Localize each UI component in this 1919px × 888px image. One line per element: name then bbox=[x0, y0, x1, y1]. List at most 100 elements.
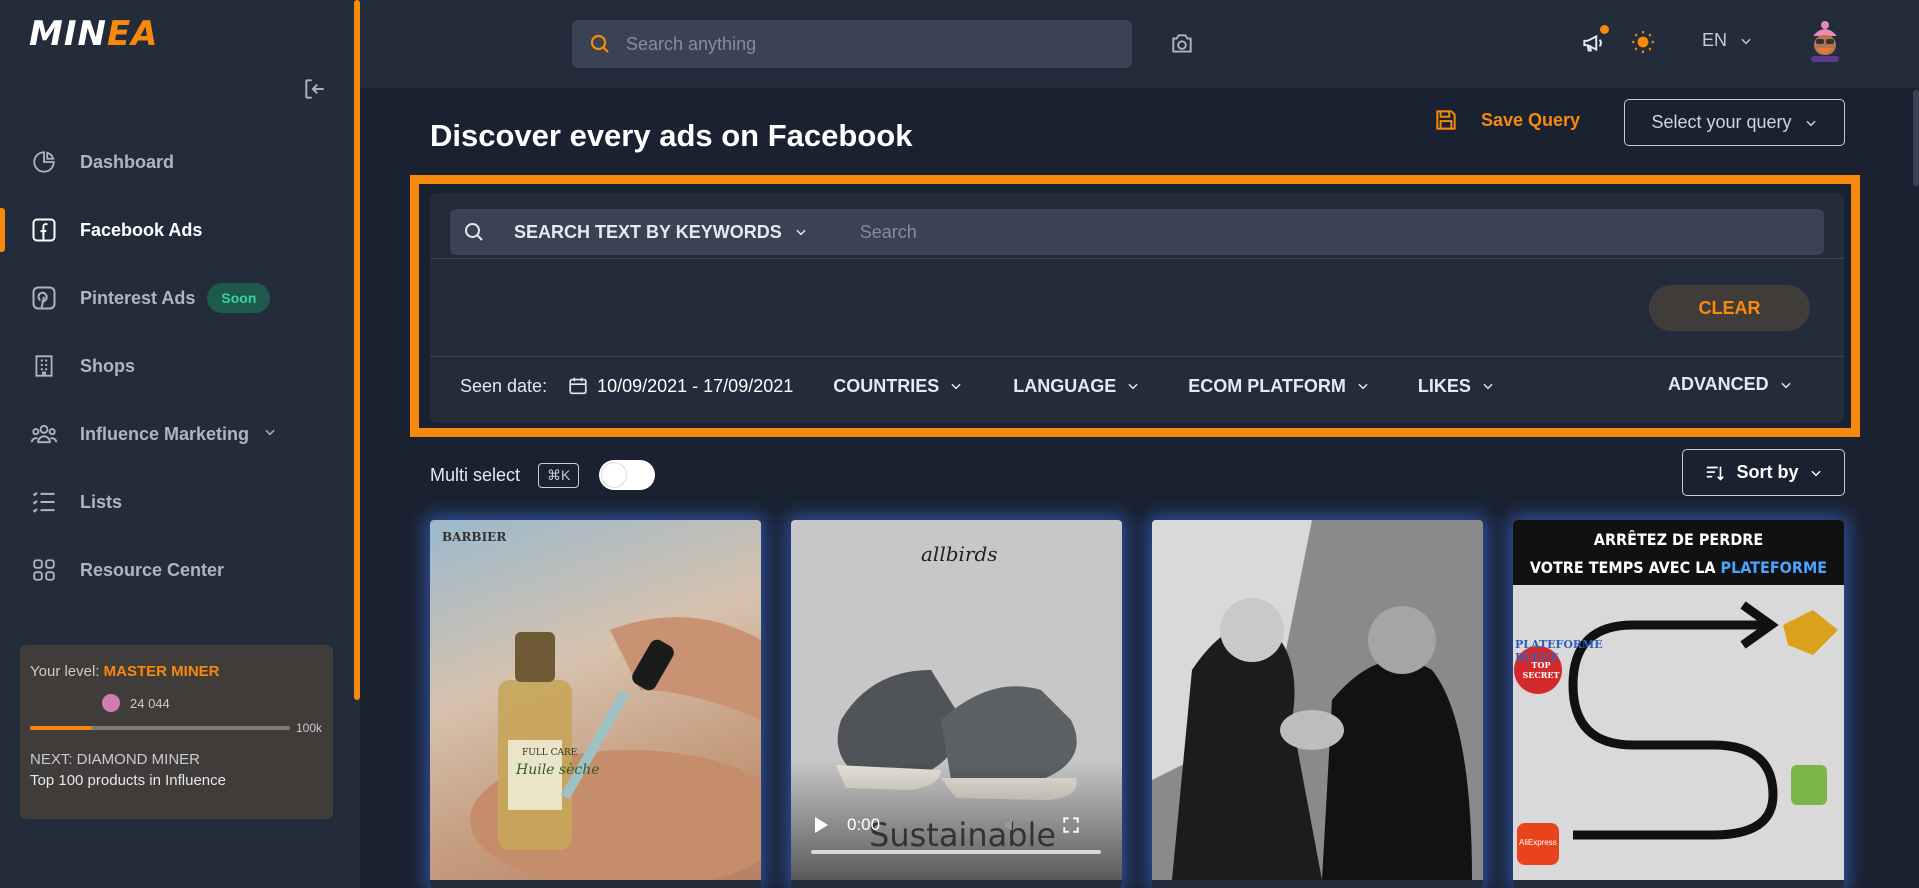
sidebar-item-label: Pinterest Ads bbox=[80, 287, 196, 308]
points-row: 24 044 bbox=[102, 694, 323, 712]
ad-card[interactable]: allbirds Sustainable 0:00 bbox=[791, 520, 1122, 888]
mute-icon[interactable] bbox=[1000, 815, 1022, 835]
sort-by-label: Sort by bbox=[1736, 462, 1799, 482]
progress-bar bbox=[30, 726, 290, 730]
avatar-icon bbox=[1811, 21, 1839, 62]
building-icon bbox=[30, 352, 58, 380]
filter-label: LANGUAGE bbox=[1013, 375, 1117, 396]
sidebar-item-label: Influence Marketing bbox=[80, 423, 250, 444]
serum-bottle-illustration bbox=[470, 617, 761, 888]
seen-date-label: Seen date: bbox=[460, 375, 548, 396]
language-filter[interactable]: LANGUAGE bbox=[1013, 376, 1140, 397]
topbar: Search anything EN bbox=[360, 0, 1919, 88]
calendar-icon bbox=[569, 377, 587, 395]
language-select[interactable]: EN bbox=[1702, 30, 1753, 51]
pie-chart-icon bbox=[30, 148, 58, 176]
countries-filter[interactable]: COUNTRIES bbox=[833, 376, 963, 397]
ad-brand: allbirds bbox=[921, 542, 998, 566]
logout-icon bbox=[305, 79, 324, 99]
search-icon bbox=[590, 34, 609, 53]
chevron-down-icon bbox=[1128, 383, 1138, 390]
logo-text-accent: EA bbox=[106, 14, 159, 54]
video-control-row: 0:00 bbox=[813, 815, 1122, 835]
sidebar-item-label: Shops bbox=[80, 355, 136, 376]
date-range-value: 10/09/2021 - 17/09/2021 bbox=[597, 375, 794, 396]
sidebar-item-pinterest-ads[interactable]: Pinterest Ads Soon bbox=[0, 264, 354, 332]
save-icon bbox=[1436, 110, 1456, 130]
sidebar-scrollbar[interactable] bbox=[354, 0, 360, 700]
camera-search-button[interactable] bbox=[1168, 31, 1196, 62]
multi-select-toggle[interactable] bbox=[599, 460, 656, 490]
advanced-filter[interactable]: ADVANCED bbox=[1668, 374, 1793, 395]
chevron-down-icon bbox=[1741, 38, 1751, 44]
clear-button[interactable]: CLEAR bbox=[1649, 285, 1810, 331]
page-title: Discover every ads on Facebook bbox=[430, 118, 913, 153]
notification-dot bbox=[1600, 25, 1609, 34]
sort-icon bbox=[1707, 466, 1725, 481]
ad-headline: ARRÊTEZ DE PERDRE VOTRE TEMPS AVEC LA PL… bbox=[1513, 520, 1844, 605]
ad-video[interactable]: allbirds Sustainable 0:00 bbox=[791, 520, 1122, 880]
select-query-dropdown[interactable]: Select your query bbox=[1624, 99, 1845, 146]
fullscreen-icon[interactable] bbox=[1062, 816, 1080, 834]
sidebar-item-label: Facebook Ads bbox=[80, 219, 203, 240]
sidebar-item-resource-center[interactable]: Resource Center bbox=[0, 536, 354, 604]
ad-card-footer bbox=[1513, 880, 1844, 888]
people-icon bbox=[30, 420, 58, 448]
toggle-knob bbox=[602, 463, 627, 487]
likes-filter[interactable]: LIKES bbox=[1418, 376, 1495, 397]
ad-card-footer bbox=[430, 880, 761, 888]
ad-image bbox=[1152, 520, 1483, 880]
save-query-button[interactable]: Save Query bbox=[1433, 107, 1580, 133]
list-icon bbox=[30, 488, 58, 516]
sidebar-item-facebook-ads[interactable]: Facebook Ads bbox=[0, 196, 354, 264]
ad-logo-text: AliExpress bbox=[1519, 838, 1557, 847]
facebook-icon bbox=[30, 216, 58, 244]
chevron-down-icon bbox=[1805, 120, 1816, 126]
video-progress-bar[interactable] bbox=[811, 850, 1101, 854]
chevron-down-icon bbox=[796, 229, 806, 236]
level-line: Your level: MASTER MINER bbox=[30, 663, 323, 680]
filter-label: ECOM PLATFORM bbox=[1188, 375, 1346, 396]
play-icon[interactable] bbox=[813, 816, 829, 834]
theme-toggle-button[interactable] bbox=[1630, 29, 1656, 60]
divider bbox=[430, 258, 1844, 259]
ad-product-sub: FULL CARE bbox=[522, 748, 578, 758]
global-search-input[interactable]: Search anything bbox=[572, 20, 1132, 68]
level-value: MASTER MINER bbox=[103, 663, 220, 680]
sidebar-item-shops[interactable]: Shops bbox=[0, 332, 354, 400]
keyword-search-bar[interactable]: SEARCH TEXT BY KEYWORDS Search bbox=[450, 209, 1824, 255]
user-avatar[interactable] bbox=[1807, 20, 1843, 62]
sidebar-item-label: Lists bbox=[80, 491, 123, 512]
chevron-down-icon bbox=[951, 383, 961, 390]
ad-stamp: TOP SECRET bbox=[1522, 660, 1560, 680]
advanced-label: ADVANCED bbox=[1668, 374, 1769, 394]
logo-text-main: MIN bbox=[29, 14, 107, 54]
chevron-down-icon bbox=[1781, 382, 1791, 388]
sidebar-item-dashboard[interactable]: Dashboard bbox=[0, 128, 354, 196]
ecom-platform-filter[interactable]: ECOM PLATFORM bbox=[1188, 376, 1370, 397]
level-card[interactable]: Your level: MASTER MINER 24 044 100k NEX… bbox=[20, 645, 333, 819]
save-query-label: Save Query bbox=[1481, 109, 1581, 130]
search-type-dropdown[interactable]: SEARCH TEXT BY KEYWORDS bbox=[514, 222, 808, 243]
filter-label: COUNTRIES bbox=[833, 375, 940, 396]
app-logo[interactable]: MINEA bbox=[29, 14, 159, 54]
ad-card[interactable]: BARBIER FULL CARE Huile sèche bbox=[430, 520, 761, 888]
video-time: 0:00 bbox=[847, 815, 881, 834]
ad-image: BARBIER FULL CARE Huile sèche bbox=[430, 520, 761, 888]
divider bbox=[430, 356, 1844, 357]
collapse-sidebar-button[interactable] bbox=[302, 76, 328, 102]
sidebar-item-influence-marketing[interactable]: Influence Marketing bbox=[0, 400, 354, 468]
announcements-button[interactable] bbox=[1580, 30, 1606, 61]
ad-card-footer bbox=[1152, 880, 1483, 888]
sort-by-button[interactable]: Sort by bbox=[1682, 449, 1845, 496]
multi-select-label: Multi select bbox=[430, 464, 521, 485]
select-query-label: Select your query bbox=[1651, 112, 1792, 132]
search-icon bbox=[465, 223, 483, 241]
page-scrollbar[interactable] bbox=[1913, 90, 1919, 186]
ad-card[interactable] bbox=[1152, 520, 1483, 888]
chevron-down-icon bbox=[1810, 470, 1821, 476]
sidebar-item-lists[interactable]: Lists bbox=[0, 468, 354, 536]
keyword-search-input[interactable]: Search bbox=[860, 222, 917, 243]
ad-card[interactable]: ARRÊTEZ DE PERDRE VOTRE TEMPS AVEC LA PL… bbox=[1513, 520, 1844, 888]
date-range-picker[interactable]: 10/09/2021 - 17/09/2021 bbox=[567, 375, 793, 397]
